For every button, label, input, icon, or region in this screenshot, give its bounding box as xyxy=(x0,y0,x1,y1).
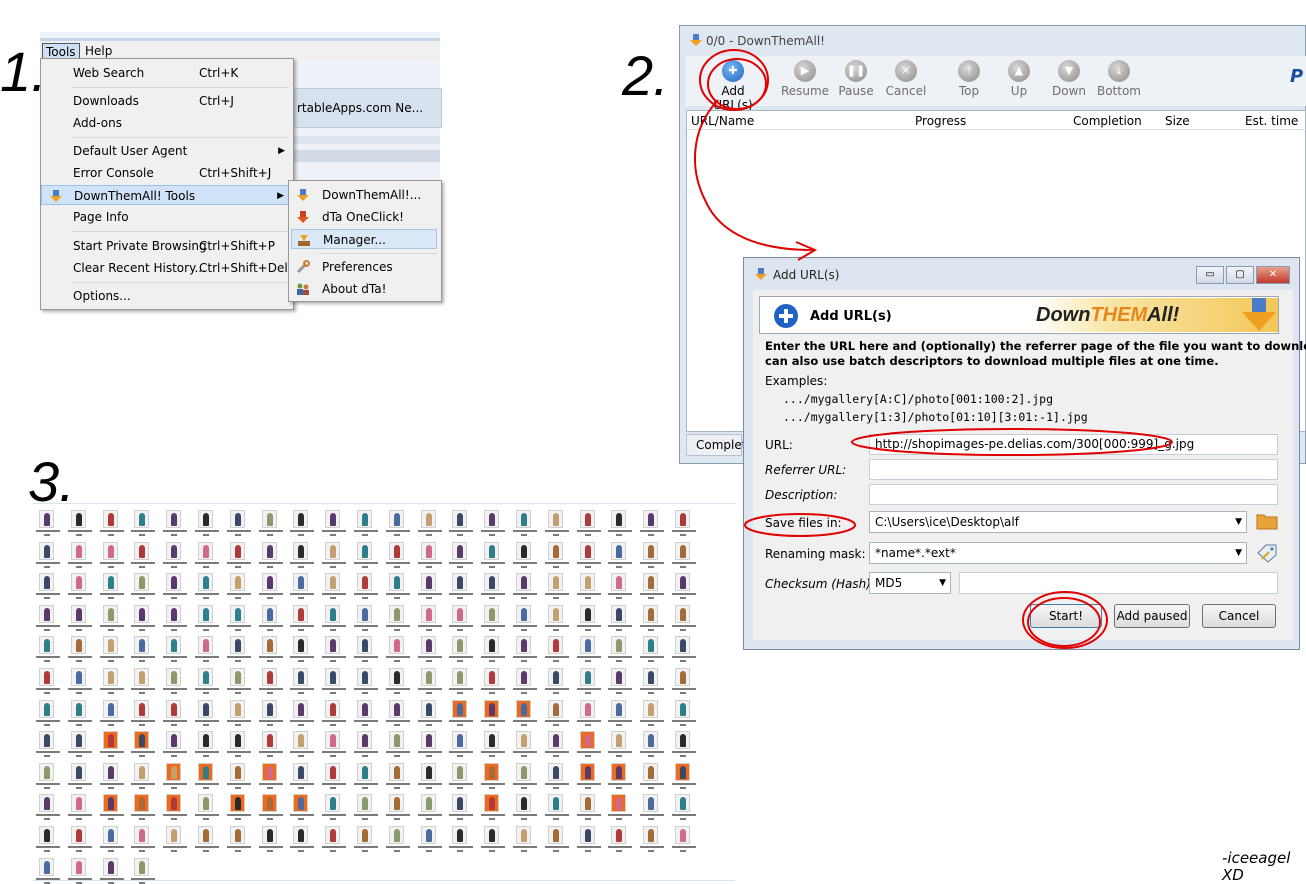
annotation-circle-url xyxy=(851,428,1173,456)
red-annotation-overlay xyxy=(694,49,1173,649)
annotation-arrowhead xyxy=(795,241,818,261)
annotation-circle-start xyxy=(1022,591,1108,649)
annotation-circle-save xyxy=(744,513,856,537)
author-signature: -iceeagel XD xyxy=(1222,850,1290,884)
signature-line: -iceeagel xyxy=(1222,849,1291,867)
annotation-circle-start xyxy=(1027,597,1101,647)
signature-line: XD xyxy=(1222,866,1244,884)
annotation-arrow xyxy=(694,99,813,251)
